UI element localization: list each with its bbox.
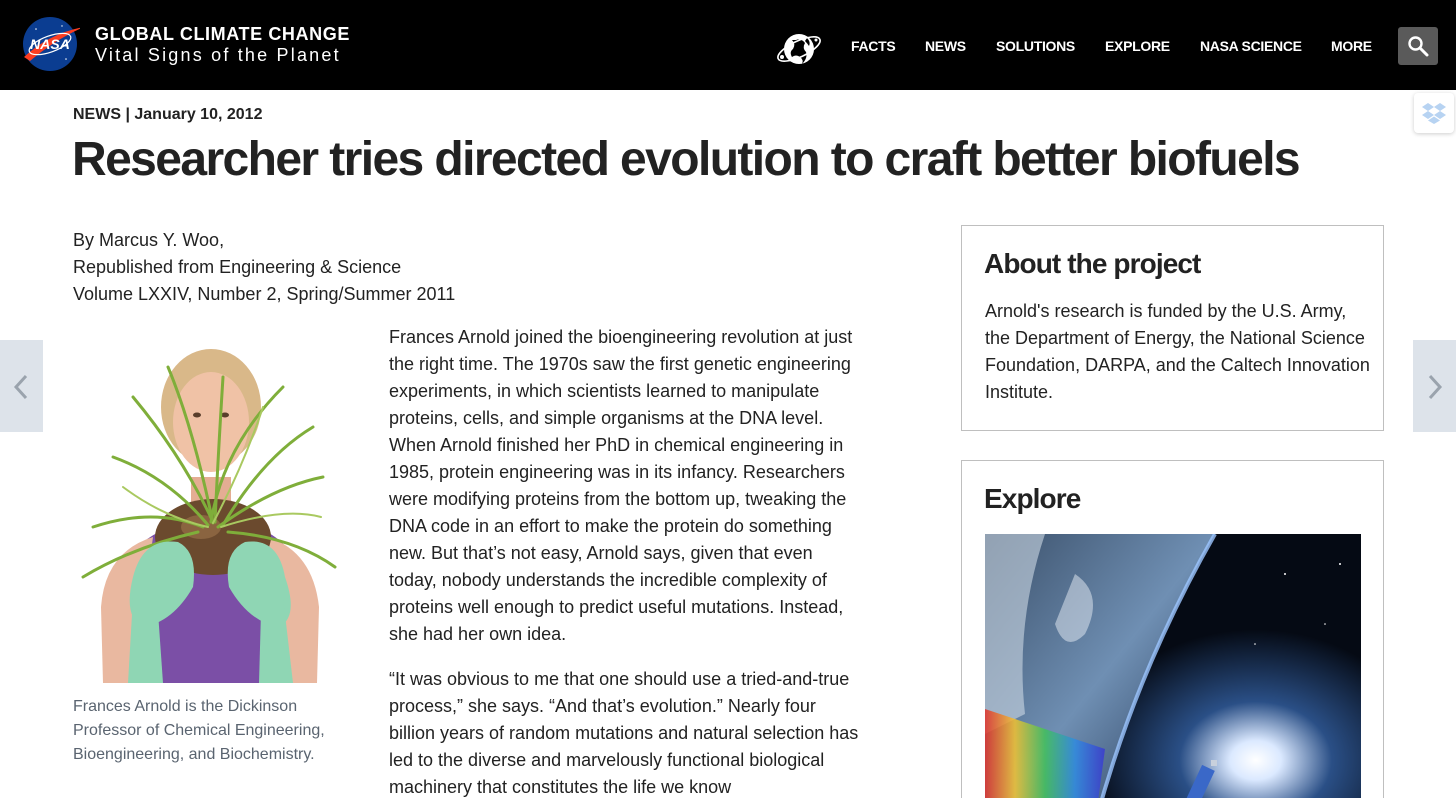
site-title-main: GLOBAL CLIMATE CHANGE <box>95 24 350 44</box>
byline-volume: Volume LXXIV, Number 2, Spring/Summer 20… <box>73 284 456 304</box>
nav-explore[interactable]: EXPLORE <box>1105 38 1170 54</box>
nasa-logo-icon[interactable]: NASA <box>20 15 84 73</box>
article-paragraph: Frances Arnold joined the bioengineering… <box>389 327 853 644</box>
next-article-button[interactable] <box>1413 340 1456 432</box>
byline-source: Republished from Engineering & Science <box>73 257 402 277</box>
nav-solutions[interactable]: SOLUTIONS <box>996 38 1075 54</box>
article-kicker: NEWS | January 10, 2012 <box>73 106 263 123</box>
about-project-box: About the project Arnold's research is f… <box>961 225 1384 431</box>
chevron-left-icon <box>13 374 28 400</box>
article-byline: By Marcus Y. Woo, Republished from Engin… <box>73 227 455 308</box>
explore-box: Explore <box>961 460 1384 798</box>
nav-nasa-science[interactable]: NASA SCIENCE <box>1200 38 1302 54</box>
article-title: Researcher tries directed evolution to c… <box>72 133 1301 186</box>
about-heading: About the project <box>984 248 1201 279</box>
search-button[interactable] <box>1398 27 1438 65</box>
article-photo <box>73 337 345 683</box>
byline-author: By Marcus Y. Woo, <box>73 230 225 250</box>
article-paragraph: “It was obvious to me that one should us… <box>389 669 859 797</box>
about-text: Arnold's research is funded by the U.S. … <box>985 301 1370 402</box>
site-title-subtitle: Vital Signs of the Planet <box>95 45 341 65</box>
chevron-right-icon <box>1428 374 1443 400</box>
search-icon <box>1408 36 1429 57</box>
photo-caption: Frances Arnold is the Dickinson Professo… <box>73 698 325 763</box>
nav-more[interactable]: MORE <box>1331 38 1372 54</box>
site-title[interactable]: GLOBAL CLIMATE CHANGE Vital Signs of the… <box>95 24 350 66</box>
explore-heading: Explore <box>984 483 1081 514</box>
site-header: NASA GLOBAL CLIMATE CHANGE Vital Signs o… <box>0 0 1456 90</box>
dropbox-icon[interactable] <box>1414 93 1454 133</box>
globe-icon[interactable] <box>774 24 824 74</box>
nav-news[interactable]: NEWS <box>925 38 966 54</box>
nav-facts[interactable]: FACTS <box>851 38 896 54</box>
svg-text:NASA: NASA <box>30 36 70 52</box>
previous-article-button[interactable] <box>0 340 43 432</box>
article-body: Frances Arnold joined the bioengineering… <box>389 324 859 798</box>
explore-image[interactable] <box>985 534 1361 798</box>
